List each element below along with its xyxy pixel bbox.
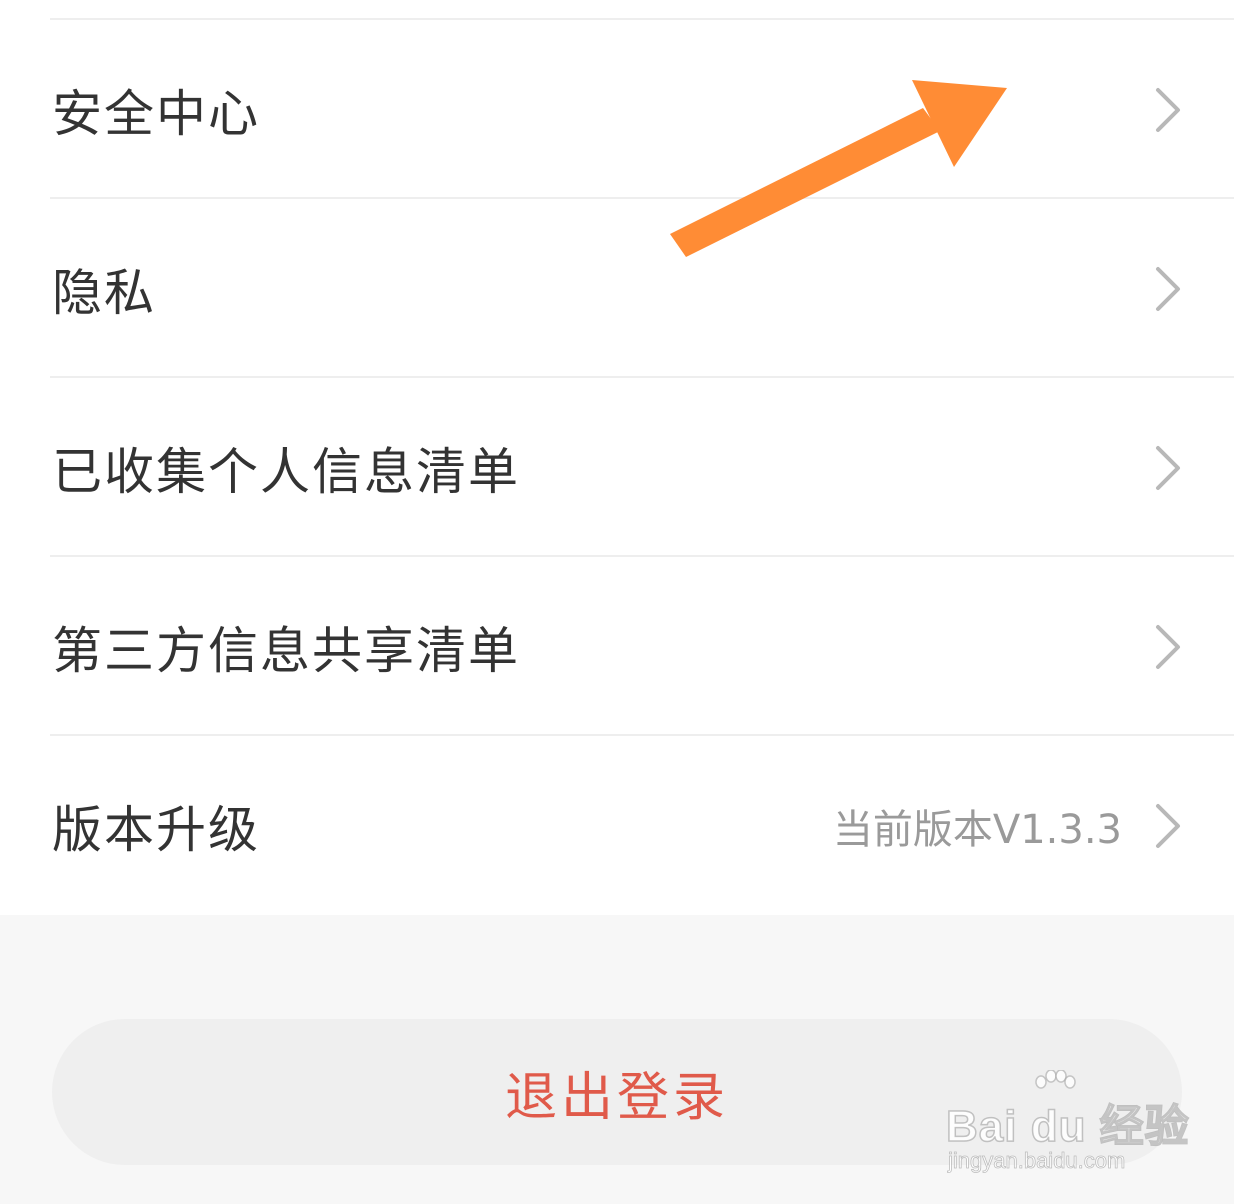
logout-button[interactable]: 退出登录 bbox=[52, 1019, 1182, 1165]
menu-item-privacy[interactable]: 隐私 bbox=[0, 199, 1234, 378]
menu-item-security-center[interactable]: 安全中心 bbox=[0, 20, 1234, 199]
bottom-area: 退出登录 bbox=[0, 915, 1234, 1204]
menu-item-label: 隐私 bbox=[52, 263, 156, 322]
logout-label: 退出登录 bbox=[504, 1067, 729, 1128]
chevron-right-icon bbox=[1152, 86, 1182, 134]
menu-item-label: 已收集个人信息清单 bbox=[52, 442, 520, 501]
chevron-right-icon bbox=[1152, 802, 1182, 850]
menu-item-label: 版本升级 bbox=[52, 800, 260, 859]
current-version-text: 当前版本V1.3.3 bbox=[832, 806, 1122, 853]
menu-item-label: 安全中心 bbox=[52, 84, 260, 143]
chevron-right-icon bbox=[1152, 444, 1182, 492]
menu-item-version-upgrade[interactable]: 版本升级 当前版本V1.3.3 bbox=[0, 736, 1234, 915]
menu-item-collected-personal-info[interactable]: 已收集个人信息清单 bbox=[0, 378, 1234, 557]
menu-item-third-party-sharing[interactable]: 第三方信息共享清单 bbox=[0, 557, 1234, 736]
menu-item-label: 第三方信息共享清单 bbox=[52, 621, 520, 680]
chevron-right-icon bbox=[1152, 623, 1182, 671]
chevron-right-icon bbox=[1152, 265, 1182, 313]
settings-menu: 安全中心 隐私 已收集个人信息清单 第三方信息共享清单 版本升级 当前版本V1.… bbox=[0, 20, 1234, 915]
